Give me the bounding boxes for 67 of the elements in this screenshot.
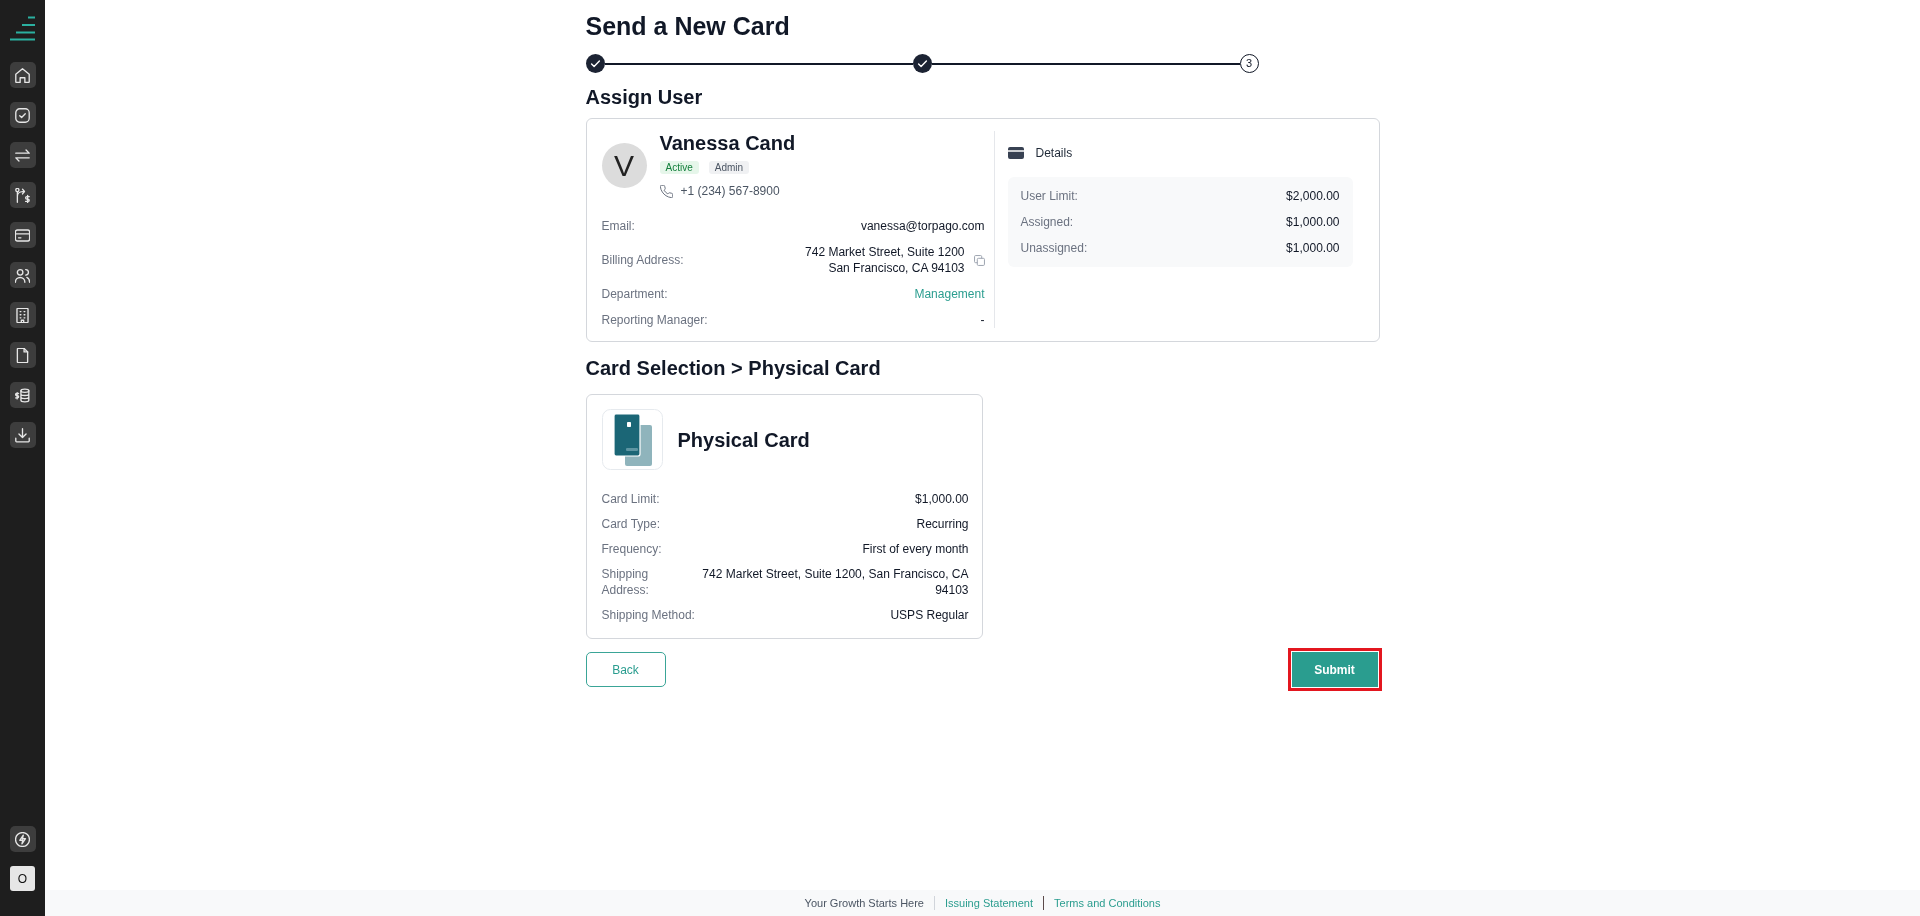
field-label: Unassigned:: [1020, 240, 1088, 256]
user-avatar: V: [601, 142, 647, 188]
sidebar-button[interactable]: [9, 262, 36, 288]
field-label: Billing Address:: [601, 252, 684, 268]
field-value: vanessa@torpago.com: [860, 218, 985, 234]
download-icon: [15, 427, 30, 443]
field-label: Assigned:: [1020, 214, 1074, 230]
section-heading: Assign User: [585, 85, 704, 109]
field-value: $1,000.00: [1286, 240, 1340, 256]
card-icon: [1007, 147, 1024, 159]
sidebar-button[interactable]: [9, 62, 36, 88]
field-label: User Limit:: [1020, 188, 1078, 204]
copy-icon: [973, 254, 985, 266]
step-indicator: 3: [1239, 54, 1259, 73]
field-label: Card Limit:: [601, 491, 660, 507]
home-icon: [15, 67, 30, 83]
sidebar-button[interactable]: [9, 382, 36, 408]
user-avatar[interactable]: O: [10, 866, 35, 891]
card-icon: [15, 227, 30, 243]
footer-link[interactable]: Issuing Statement: [945, 896, 1034, 910]
sidebar-button[interactable]: [9, 826, 36, 852]
logo-icon: [10, 16, 35, 41]
sidebar-button[interactable]: [9, 142, 36, 168]
field-label: Card Type:: [601, 516, 660, 532]
field-link[interactable]: Management: [914, 286, 985, 302]
section-heading: Card Selection > Physical Card: [585, 356, 882, 380]
sidebar-button[interactable]: [9, 342, 36, 368]
sidebar-button[interactable]: [9, 302, 36, 328]
credit-cards-icon: [601, 409, 663, 470]
footer-link[interactable]: Terms and Conditions: [1054, 896, 1161, 910]
field-value: $2,000.00: [1286, 188, 1340, 204]
field-value: 742 Market Street, Suite 1200, San Francisco, CA 94103: [701, 566, 969, 598]
phone-number: +1 (234) 567-8900: [680, 183, 780, 199]
field-value: -: [980, 312, 985, 328]
field-label: Email:: [601, 218, 635, 234]
field-label: Frequency:: [601, 541, 662, 557]
field-value: USPS Regular: [890, 607, 969, 623]
sidebar-button[interactable]: [9, 182, 36, 208]
card-type-title: Physical Card: [677, 427, 810, 452]
sidebar-button[interactable]: [9, 222, 36, 248]
field-label: Shipping Address:: [601, 566, 650, 598]
file-icon: [15, 347, 30, 363]
users-icon: [15, 267, 30, 283]
footer-tagline: Your Growth Starts Here: [804, 896, 924, 910]
details-title: Details: [1035, 145, 1073, 161]
sidebar-button[interactable]: [9, 102, 36, 128]
status-badge: Active: [659, 161, 699, 174]
field-label: Reporting Manager:: [601, 312, 708, 328]
dollar-transfer-icon: [15, 187, 30, 203]
page-title: Send a New Card: [585, 11, 791, 41]
building-icon: [15, 307, 30, 323]
field-value: $1,000.00: [1286, 214, 1340, 230]
back-button[interactable]: Back: [585, 652, 666, 687]
field-value: $1,000.00: [915, 491, 969, 507]
role-badge: Admin: [708, 161, 750, 174]
coins-icon: [15, 387, 30, 403]
phone-icon: [659, 184, 673, 198]
field-value: 742 Market Street, Suite 1200 San Francisco, CA 94103: [805, 244, 965, 276]
swap-arrows-icon: [15, 147, 30, 163]
field-label: Shipping Method:: [601, 607, 695, 623]
user-name: Vanessa Cand: [659, 131, 796, 155]
check-square-icon: [15, 107, 30, 123]
sidebar-button[interactable]: [9, 422, 36, 448]
field-value: First of every month: [862, 541, 969, 557]
submit-button[interactable]: Submit: [1291, 652, 1378, 687]
field-value: Recurring: [916, 516, 969, 532]
field-label: Department:: [601, 286, 668, 302]
